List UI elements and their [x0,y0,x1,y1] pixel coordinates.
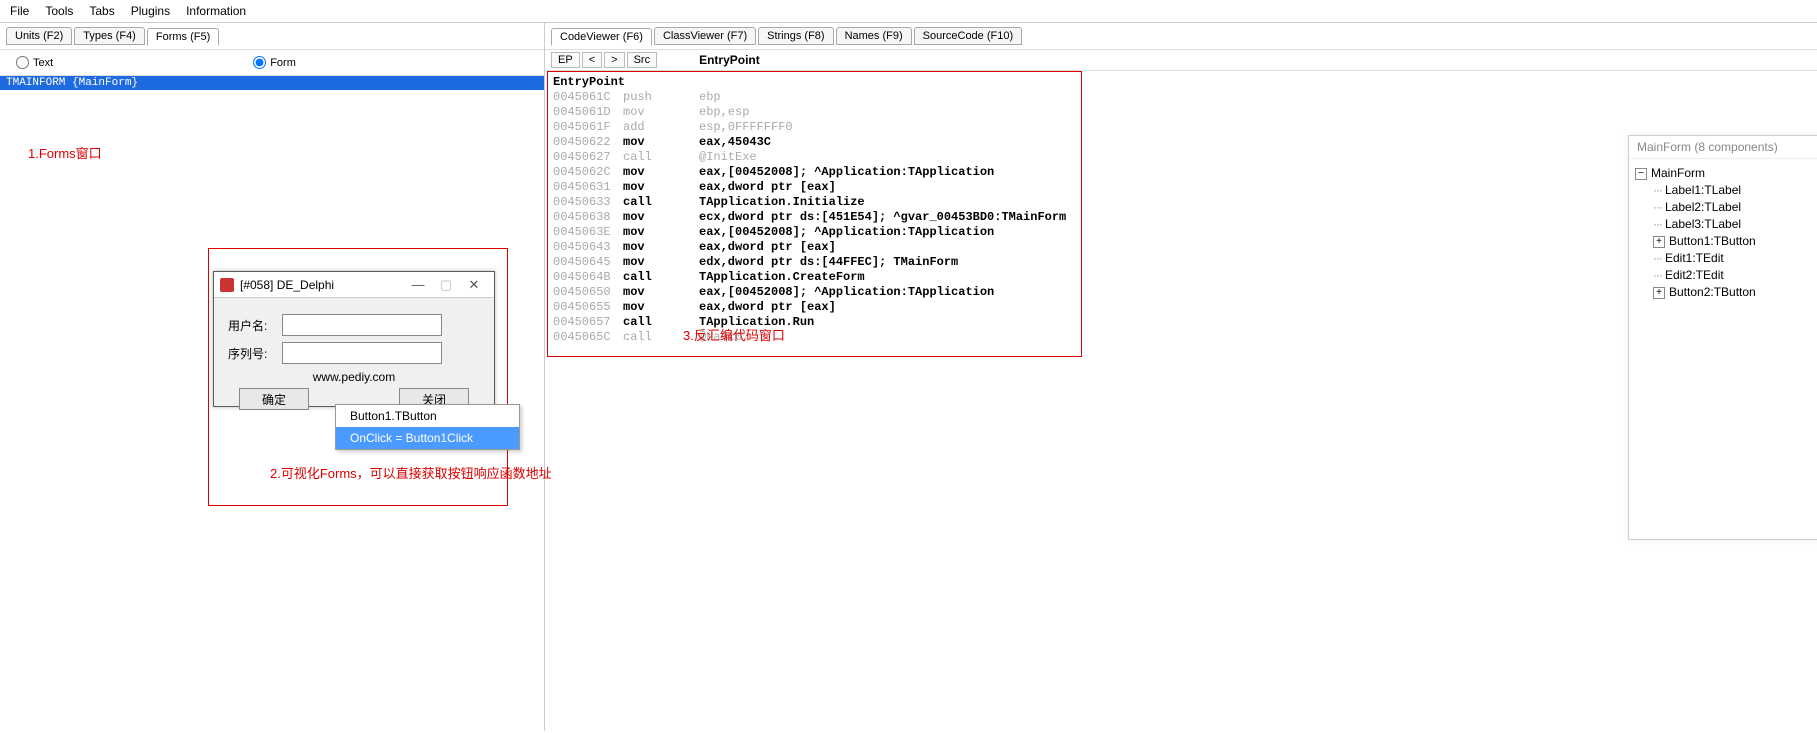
tree-item-label: Label2:TLabel [1665,199,1741,216]
input-serial[interactable] [282,342,442,364]
label-website: www.pediy.com [228,370,480,384]
form-title: [#058] DE_Delphi [240,278,404,292]
components-tree[interactable]: −MainForm···Label1:TLabel···Label2:TLabe… [1629,159,1817,307]
annotation-1: 1.Forms窗口 [28,143,102,162]
tab-units[interactable]: Units (F2) [6,27,72,45]
maximize-button[interactable]: ▢ [432,277,460,293]
menu-information[interactable]: Information [186,4,246,18]
tree-item[interactable]: ···Edit1:TEdit [1635,250,1817,267]
components-header: MainForm (8 components) [1629,136,1817,159]
tree-expand-icon[interactable]: + [1653,287,1665,299]
tab-strings[interactable]: Strings (F8) [758,27,833,45]
tree-item[interactable]: + Button1:TButton [1635,233,1817,250]
tree-expand-icon[interactable]: + [1653,236,1665,248]
menu-tabs[interactable]: Tabs [89,4,114,18]
context-menu: Button1.TButton OnClick = Button1Click [335,404,520,450]
tree-item-label: Label3:TLabel [1665,216,1741,233]
tree-leaf-icon: ··· [1653,199,1662,216]
tab-types[interactable]: Types (F4) [74,27,145,45]
nav-forward-button[interactable]: > [604,52,624,68]
tree-item-label: Edit2:TEdit [1665,267,1724,284]
code-subbar: EP < > Src EntryPoint [545,50,1817,71]
tab-sourcecode[interactable]: SourceCode (F10) [914,27,1023,45]
menu-tools[interactable]: Tools [45,4,73,18]
tree-item-label: Button1:TButton [1669,233,1756,250]
tab-classviewer[interactable]: ClassViewer (F7) [654,27,756,45]
context-item-onclick[interactable]: OnClick = Button1Click [336,427,519,449]
menu-plugins[interactable]: Plugins [131,4,170,18]
radio-form-label: Form [270,57,296,69]
menu-file[interactable]: File [10,4,29,18]
left-pane: Units (F2) Types (F4) Forms (F5) Text Fo… [0,23,545,731]
minimize-button[interactable]: — [404,277,432,292]
entrypoint-label: EntryPoint [699,53,760,67]
label-username: 用户名: [228,317,276,334]
tree-item[interactable]: + Button2:TButton [1635,284,1817,301]
tree-leaf-icon: ··· [1653,216,1662,233]
radio-form[interactable]: Form [253,56,296,69]
form-icon [220,278,234,292]
form-titlebar: [#058] DE_Delphi — ▢ ✕ [214,272,494,298]
tree-collapse-icon[interactable]: − [1635,168,1647,180]
tree-item-label: Edit1:TEdit [1665,250,1724,267]
right-pane: CodeViewer (F6) ClassViewer (F7) Strings… [545,23,1817,731]
redbox-code [547,71,1082,357]
tree-item-label: Button2:TButton [1669,284,1756,301]
menubar: File Tools Tabs Plugins Information [0,0,1817,23]
tab-codeviewer[interactable]: CodeViewer (F6) [551,28,652,46]
right-tabs: CodeViewer (F6) ClassViewer (F7) Strings… [545,23,1817,50]
tree-item[interactable]: ···Edit2:TEdit [1635,267,1817,284]
tree-leaf-icon: ··· [1653,182,1662,199]
tree-item-label: Label1:TLabel [1665,182,1741,199]
tab-names[interactable]: Names (F9) [836,27,912,45]
input-username[interactable] [282,314,442,336]
radio-text[interactable]: Text [16,56,53,69]
components-panel: MainForm (8 components) −MainForm···Labe… [1628,135,1817,540]
form-view-mode: Text Form [0,50,544,76]
tab-forms[interactable]: Forms (F5) [147,28,219,46]
annotation-2: 2.可视化Forms，可以直接获取按钮响应函数地址 [270,463,552,482]
tree-item[interactable]: ···Label3:TLabel [1635,216,1817,233]
form-preview: [#058] DE_Delphi — ▢ ✕ 用户名: 序列号: www.ped… [213,271,495,407]
annotation-3: 3.反汇编代码窗口 [683,325,785,344]
close-button[interactable]: ✕ [460,277,488,293]
left-tabs: Units (F2) Types (F4) Forms (F5) [0,23,544,50]
form-list: TMAINFORM {MainForm} [0,76,544,92]
tree-leaf-icon: ··· [1653,267,1662,284]
form-list-item-mainform[interactable]: TMAINFORM {MainForm} [0,76,544,90]
tree-root[interactable]: MainForm [1651,165,1705,182]
src-button[interactable]: Src [627,52,658,68]
tree-leaf-icon: ··· [1653,250,1662,267]
radio-text-label: Text [33,57,53,69]
ep-button[interactable]: EP [551,52,580,68]
ok-button[interactable]: 确定 [239,388,309,410]
context-item-button1[interactable]: Button1.TButton [336,405,519,427]
tree-item[interactable]: ···Label2:TLabel [1635,199,1817,216]
tree-item[interactable]: ···Label1:TLabel [1635,182,1817,199]
nav-back-button[interactable]: < [582,52,602,68]
label-serial: 序列号: [228,345,276,362]
